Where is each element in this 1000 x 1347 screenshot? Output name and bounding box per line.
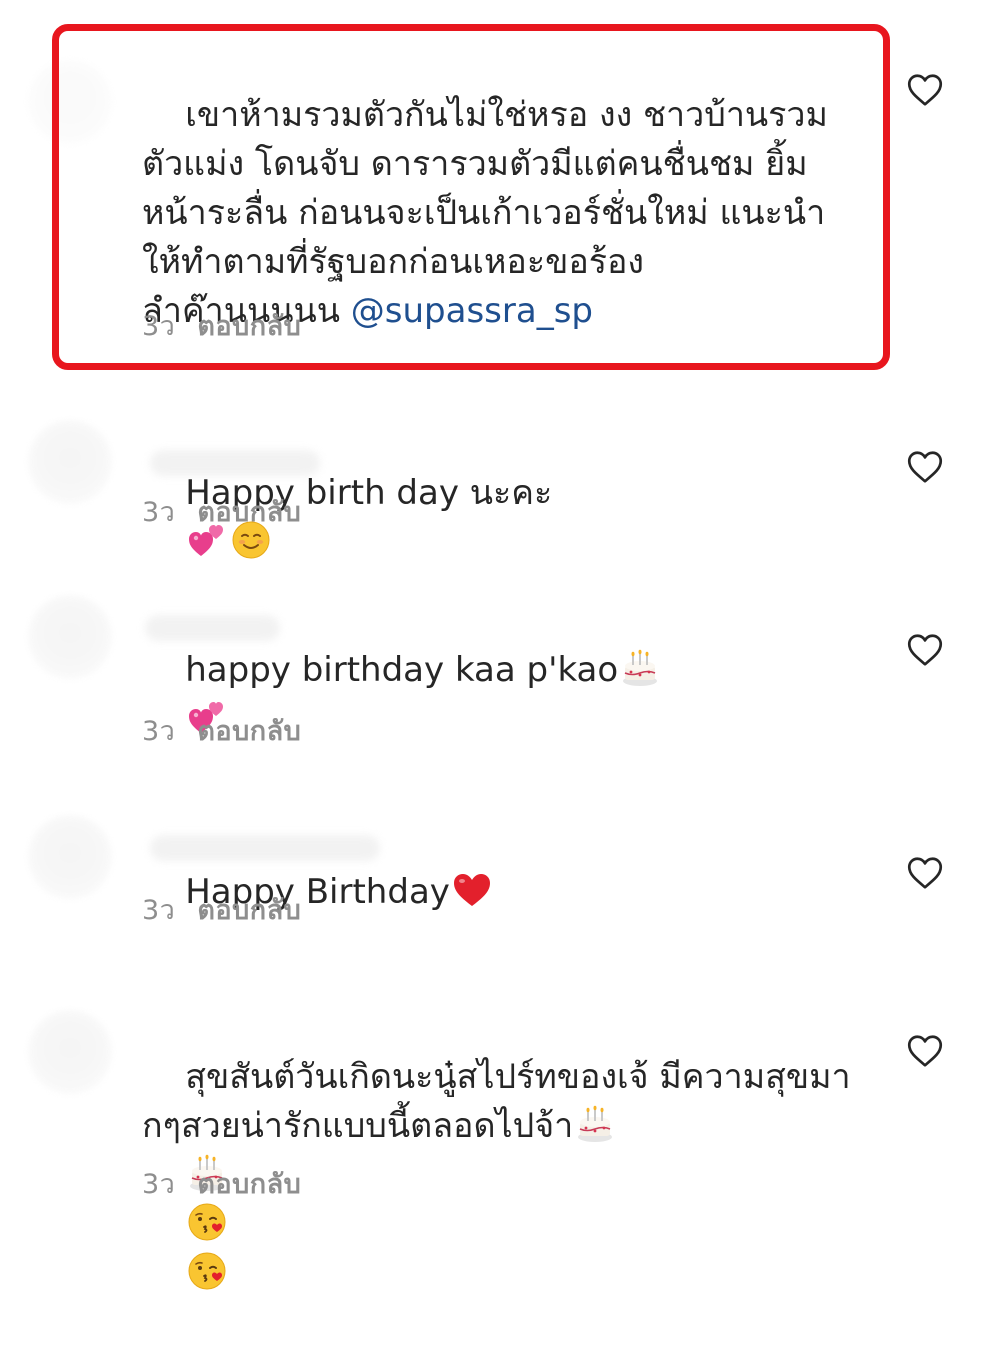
reply-button[interactable]: ตอบกลับ xyxy=(197,1169,301,1200)
comment-body: สุขสันต์วันเกิดนะนู๋สไปร์ทของเจ้ มีความส… xyxy=(142,1057,851,1146)
reply-button[interactable]: ตอบกลับ xyxy=(197,716,301,747)
comment-time: 3ว xyxy=(142,895,176,926)
comment-meta: 3ว ตอบกลับ xyxy=(142,490,301,533)
heart-outline-icon[interactable] xyxy=(907,73,943,107)
avatar[interactable] xyxy=(28,815,112,899)
comment-text: happy birthday kaa p'kao xyxy=(142,597,852,793)
avatar[interactable] xyxy=(28,595,112,679)
comment-meta: 3ว ตอบกลับ xyxy=(142,1162,301,1205)
comment-time: 3ว xyxy=(142,1169,176,1200)
reply-button[interactable]: ตอบกลับ xyxy=(197,497,301,528)
comment-meta: 3ว ตอบกลับ xyxy=(142,709,301,752)
comment-item-4: Happy Birthday 3ว ตอบกลับ xyxy=(0,795,1000,970)
avatar[interactable] xyxy=(28,420,112,504)
comment-time: 3ว xyxy=(142,497,176,528)
birthday-cake-icon xyxy=(620,648,660,688)
comment-item-3: happy birthday kaa p'kao 3ว ตอบกลับ xyxy=(0,575,1000,785)
comment-meta: 3ว ตอบกลับ xyxy=(142,888,301,931)
reply-button[interactable]: ตอบกลับ xyxy=(197,895,301,926)
comment-meta: 3ว ตอบกลับ xyxy=(142,304,301,347)
heart-outline-icon[interactable] xyxy=(907,633,943,667)
heart-outline-icon[interactable] xyxy=(907,856,943,890)
heart-outline-icon[interactable] xyxy=(907,1034,943,1068)
red-heart-icon xyxy=(452,870,492,910)
comment-time: 3ว xyxy=(142,311,176,342)
birthday-cake-icon xyxy=(575,1104,615,1144)
reply-button[interactable]: ตอบกลับ xyxy=(197,311,301,342)
face-blowing-kiss-icon xyxy=(187,1202,227,1242)
comment-body: happy birthday kaa p'kao xyxy=(185,650,619,690)
heart-outline-icon[interactable] xyxy=(907,450,943,484)
face-blowing-kiss-icon xyxy=(187,1251,227,1291)
comment-item-1: เขาห้ามรวมตัวกันไม่ใช่หรอ งง ชาวบ้านรวมต… xyxy=(0,0,1000,380)
comment-item-2: Happy birth day นะคะ 3ว ตอบกลับ xyxy=(0,380,1000,570)
comment-time: 3ว xyxy=(142,716,176,747)
comment-item-5: สุขสันต์วันเกิดนะนู๋สไปร์ทของเจ้ มีความส… xyxy=(0,990,1000,1236)
mention-link[interactable]: @supassra_sp xyxy=(351,291,593,331)
avatar[interactable] xyxy=(28,1010,112,1094)
